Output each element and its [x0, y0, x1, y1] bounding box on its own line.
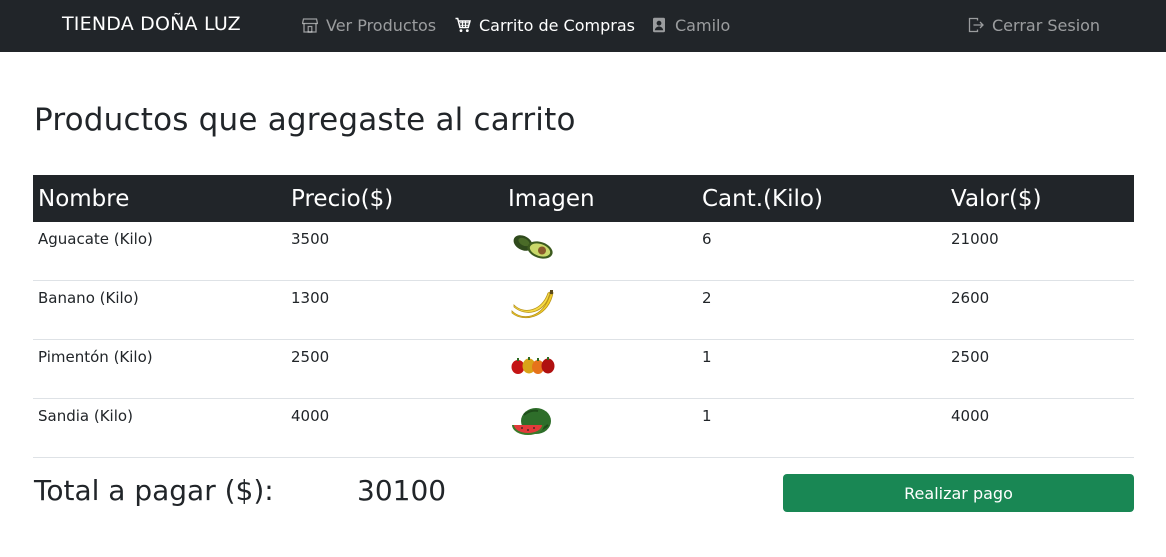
- nav-user-camilo[interactable]: Camilo: [651, 15, 730, 35]
- cell-price: 1300: [286, 280, 503, 340]
- cell-name: Aguacate (Kilo): [33, 222, 286, 281]
- cell-image: [503, 398, 697, 458]
- nav-ver-productos-label: Ver Productos: [326, 15, 437, 35]
- table-body: Aguacate (Kilo) 3500 6 21000 Banano (Kil…: [33, 222, 1134, 458]
- nav-ver-productos[interactable]: Ver Productos: [302, 15, 436, 35]
- nav-cerrar-sesion[interactable]: Cerrar Sesion: [968, 15, 1100, 35]
- cell-value: 2500: [946, 339, 1134, 399]
- pepper-image: [511, 357, 555, 374]
- table-header-row: Nombre Precio($) Imagen Cant.(Kilo) Valo…: [33, 175, 1134, 222]
- user-badge-icon: [651, 17, 667, 33]
- cell-image: [503, 280, 697, 340]
- cell-value: 4000: [946, 398, 1134, 458]
- header-nombre: Nombre: [33, 175, 286, 222]
- cell-price: 3500: [286, 222, 503, 281]
- nav-carrito-label: Carrito de Compras: [479, 15, 635, 35]
- logout-icon: [968, 17, 984, 33]
- cell-qty: 6: [697, 222, 946, 281]
- cell-name: Pimentón (Kilo): [33, 339, 286, 399]
- total-label: Total a pagar ($):: [34, 474, 274, 507]
- cell-qty: 1: [697, 339, 946, 399]
- cart-icon: [455, 17, 471, 33]
- header-cantidad: Cant.(Kilo): [697, 175, 946, 222]
- cell-value: 2600: [946, 280, 1134, 340]
- cell-image: [503, 339, 697, 399]
- store-icon: [302, 17, 318, 33]
- nav-user-label: Camilo: [675, 15, 731, 35]
- cell-qty: 2: [697, 280, 946, 340]
- table-row: Banano (Kilo) 1300 2 2600: [33, 280, 1134, 340]
- header-precio: Precio($): [286, 175, 503, 222]
- nav-carrito-de-compras[interactable]: Carrito de Compras: [455, 15, 635, 35]
- nav-cerrar-sesion-label: Cerrar Sesion: [992, 15, 1101, 35]
- navbar: TIENDA DOÑA LUZ Ver Productos Carrito de…: [0, 0, 1166, 52]
- table-row: Aguacate (Kilo) 3500 6 21000: [33, 222, 1134, 281]
- realizar-pago-button[interactable]: Realizar pago: [783, 474, 1134, 512]
- brand-title[interactable]: TIENDA DOÑA LUZ: [62, 13, 241, 35]
- cell-name: Banano (Kilo): [33, 280, 286, 340]
- header-imagen: Imagen: [503, 175, 697, 222]
- cell-price: 2500: [286, 339, 503, 399]
- cell-price: 4000: [286, 398, 503, 458]
- header-valor: Valor($): [946, 175, 1134, 222]
- table-row: Sandia (Kilo) 4000 1 4000: [33, 398, 1134, 458]
- cell-qty: 1: [697, 398, 946, 458]
- cell-image: [503, 222, 697, 281]
- avocado-image: [513, 235, 553, 259]
- watermelon-image: [512, 408, 551, 435]
- total-value: 30100: [357, 474, 447, 507]
- cell-value: 21000: [946, 222, 1134, 281]
- table-header: Nombre Precio($) Imagen Cant.(Kilo) Valo…: [33, 175, 1134, 222]
- cell-name: Sandia (Kilo): [33, 398, 286, 458]
- page-title: Productos que agregaste al carrito: [34, 102, 576, 138]
- cart-table: Nombre Precio($) Imagen Cant.(Kilo) Valo…: [33, 175, 1134, 458]
- banana-image: [511, 290, 554, 319]
- table-row: Pimentón (Kilo) 2500 1 2500: [33, 339, 1134, 399]
